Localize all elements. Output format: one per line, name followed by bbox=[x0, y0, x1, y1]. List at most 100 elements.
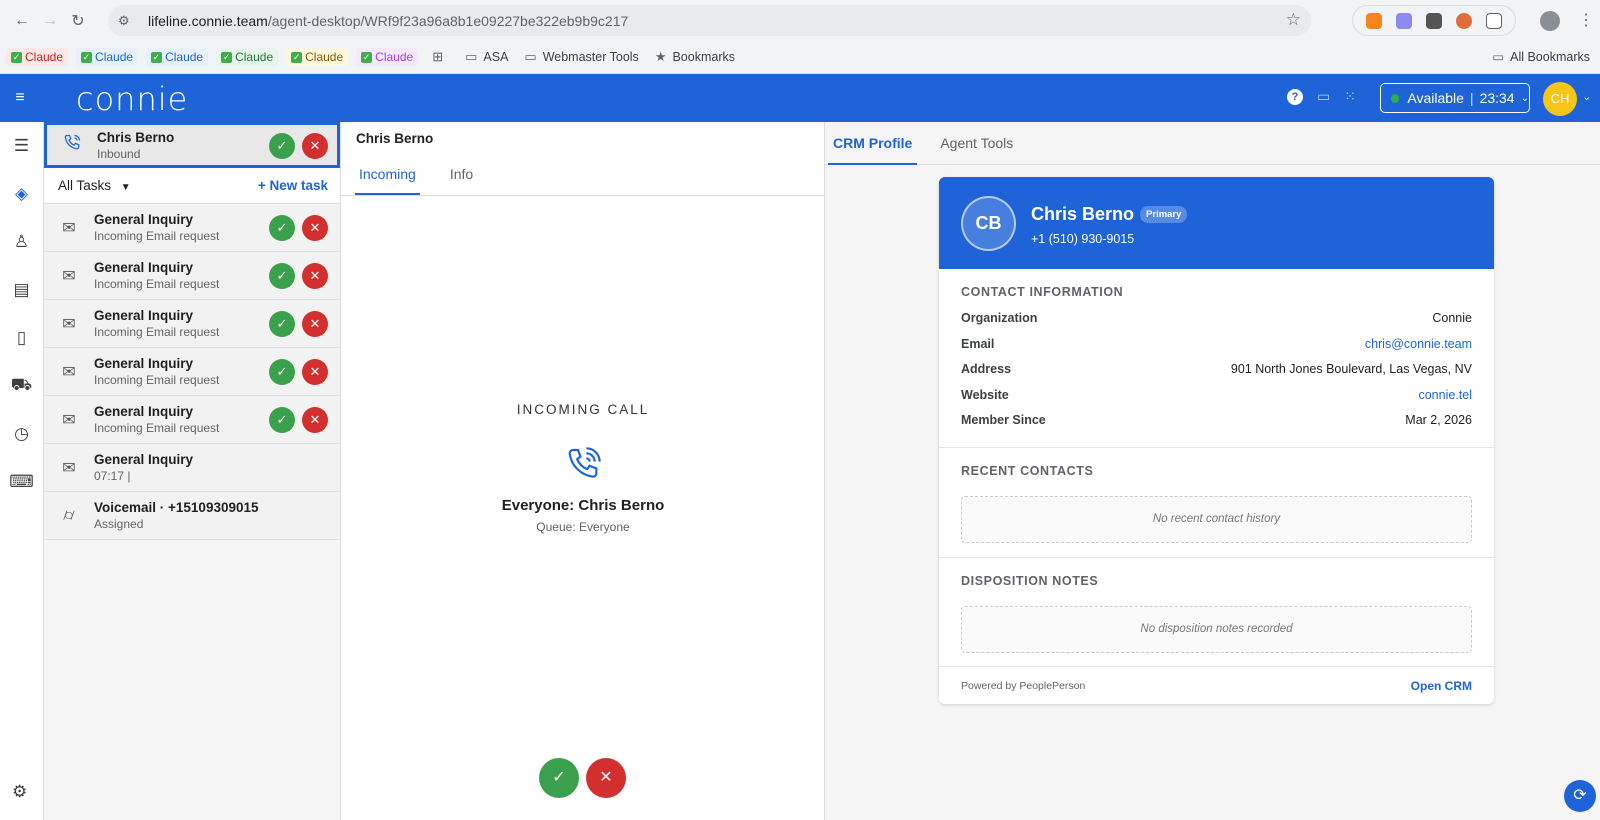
settings-gear-icon[interactable]: ⚙ bbox=[12, 782, 27, 802]
tasks-list-icon[interactable]: ☰ bbox=[0, 122, 43, 170]
accept-button[interactable]: ✓ bbox=[269, 407, 295, 433]
folder-icon: ▭ bbox=[465, 49, 478, 64]
contacts-icon[interactable]: ♙ bbox=[0, 218, 43, 266]
notebook-icon[interactable]: ▯ bbox=[0, 314, 43, 362]
bookmark-bookmarks[interactable]: ★ Bookmarks bbox=[655, 49, 735, 65]
reject-call-button[interactable]: ✕ bbox=[586, 758, 626, 798]
tab-agent-tools[interactable]: Agent Tools bbox=[935, 122, 1018, 165]
bookmark-claude[interactable]: ✓ Claude bbox=[216, 48, 279, 66]
metamask-extension-icon[interactable] bbox=[1366, 12, 1382, 29]
bookmark-folder-asa[interactable]: ▭ ASA bbox=[465, 49, 508, 65]
crm-profile-card: CB Chris Berno Primary +1 (510) 930-9015 … bbox=[939, 177, 1494, 704]
browser-toolbar: ← → ↻ ⚙ lifeline.connie.team/agent-deskt… bbox=[0, 0, 1600, 41]
extension-icon[interactable] bbox=[1396, 12, 1412, 29]
agent-status-dropdown[interactable]: Available | 23:34 ⌄ bbox=[1380, 83, 1530, 113]
extension-icon[interactable] bbox=[1426, 12, 1442, 29]
profile-avatar-icon[interactable] bbox=[1540, 11, 1560, 31]
active-task-item[interactable]: Chris Berno Inbound ✓ ✕ bbox=[44, 122, 340, 168]
field-label: Email bbox=[961, 336, 995, 351]
task-item[interactable]: ✉ General Inquiry Incoming Email request … bbox=[44, 396, 340, 444]
task-name: General Inquiry bbox=[94, 404, 194, 419]
contact-card-icon[interactable]: ▤ bbox=[0, 266, 43, 314]
reject-button[interactable]: ✕ bbox=[302, 263, 328, 289]
task-name: General Inquiry bbox=[94, 452, 194, 467]
crm-tabs: CRM Profile Agent Tools bbox=[825, 122, 1600, 165]
bookmarks-bar: ✓ Claude ✓ Claude ✓ Claude ✓ Claude ✓ Claude … bbox=[0, 41, 1600, 74]
reject-button[interactable]: ✕ bbox=[302, 133, 328, 159]
task-name: Voicemail · +15109309015 bbox=[94, 500, 259, 515]
accept-button[interactable]: ✓ bbox=[269, 133, 295, 159]
website-link[interactable]: connie.tel bbox=[1418, 388, 1472, 414]
email-link[interactable]: chris@connie.team bbox=[1365, 337, 1472, 363]
user-avatar[interactable]: CH bbox=[1543, 82, 1577, 116]
reject-button[interactable]: ✕ bbox=[302, 215, 328, 241]
forward-arrow-icon[interactable]: → bbox=[36, 7, 64, 35]
star-icon: ★ bbox=[654, 49, 667, 64]
accept-button[interactable]: ✓ bbox=[269, 263, 295, 289]
task-item[interactable]: ✉ General Inquiry Incoming Email request … bbox=[44, 252, 340, 300]
caller-name: Everyone: Chris Berno bbox=[501, 497, 665, 514]
task-item[interactable]: ✉ General Inquiry Incoming Email request … bbox=[44, 204, 340, 252]
reload-icon[interactable]: ↻ bbox=[64, 7, 92, 35]
bookmark-claude[interactable]: ✓ Claude bbox=[76, 48, 139, 66]
mail-icon: ✉ bbox=[62, 219, 76, 237]
tab-info[interactable]: Info bbox=[446, 156, 477, 195]
mail-icon: ✉ bbox=[62, 459, 76, 477]
task-subtitle: Incoming Email request bbox=[94, 373, 220, 387]
refresh-icon[interactable]: ⟳ bbox=[1564, 780, 1596, 812]
task-subtitle: Incoming Email request bbox=[94, 421, 220, 435]
task-item[interactable]: ✉ General Inquiry Incoming Email request … bbox=[44, 348, 340, 396]
bookmark-claude[interactable]: ✓ Claude bbox=[6, 48, 69, 66]
accept-button[interactable]: ✓ bbox=[269, 311, 295, 337]
field-label: Address bbox=[961, 362, 1012, 376]
contact-name: Chris Berno bbox=[1031, 204, 1135, 224]
bookmark-star-icon[interactable]: ☆ bbox=[1286, 10, 1301, 30]
reject-button[interactable]: ✕ bbox=[302, 311, 328, 337]
mail-icon: ✉ bbox=[62, 315, 76, 333]
site-settings-icon[interactable]: ⚙ bbox=[118, 13, 142, 29]
claude-extension-icon[interactable] bbox=[1456, 12, 1472, 29]
status-dot-icon bbox=[1391, 93, 1400, 103]
address-bar[interactable]: ⚙ lifeline.connie.team/agent-desktop/WRf… bbox=[108, 5, 1311, 36]
accept-button[interactable]: ✓ bbox=[269, 359, 295, 385]
accept-button[interactable]: ✓ bbox=[269, 215, 295, 241]
bookmark-folder-webmaster[interactable]: ▭ Webmaster Tools bbox=[524, 49, 638, 65]
phone-call-icon bbox=[47, 133, 97, 158]
apps-grid-icon[interactable]: ⊞ bbox=[432, 49, 449, 65]
help-icon[interactable]: ? bbox=[1287, 88, 1303, 105]
folder-icon: ▭ bbox=[1492, 50, 1505, 64]
screen-share-icon[interactable]: ▭ bbox=[1317, 88, 1330, 105]
dialpad-icon[interactable]: ⁙ bbox=[1344, 88, 1356, 105]
chevron-down-icon[interactable]: ⌄ bbox=[1582, 90, 1591, 103]
bookmark-claude[interactable]: ✓ Claude bbox=[286, 48, 349, 66]
bookmark-claude[interactable]: ✓ Claude bbox=[356, 48, 419, 66]
new-task-button[interactable]: + New task bbox=[258, 178, 328, 193]
section-heading: RECENT CONTACTS bbox=[961, 463, 1094, 478]
task-subtitle: Inbound bbox=[97, 146, 141, 161]
open-crm-link[interactable]: Open CRM bbox=[1411, 679, 1472, 693]
task-name: General Inquiry bbox=[94, 308, 194, 323]
bookmark-claude[interactable]: ✓ Claude bbox=[146, 48, 209, 66]
reject-button[interactable]: ✕ bbox=[302, 407, 328, 433]
browser-menu-icon[interactable]: ⋮ bbox=[1578, 10, 1594, 30]
keyboard-icon[interactable]: ⌨ bbox=[0, 458, 43, 506]
task-filter-dropdown[interactable]: All Tasks ▼ bbox=[58, 178, 131, 193]
car-icon[interactable]: ⛟ bbox=[0, 362, 43, 410]
puzzle-extensions-icon[interactable] bbox=[1486, 12, 1502, 29]
tab-crm-profile[interactable]: CRM Profile bbox=[828, 122, 918, 165]
task-item[interactable]: ✉ General Inquiry Incoming Email request … bbox=[44, 300, 340, 348]
menu-icon[interactable]: ≡ bbox=[0, 89, 40, 107]
all-bookmarks[interactable]: ▭ All Bookmarks bbox=[1492, 49, 1590, 65]
accept-call-button[interactable]: ✓ bbox=[539, 758, 579, 798]
history-clock-icon[interactable]: ◷ bbox=[0, 410, 43, 458]
task-item[interactable]: ✉ General Inquiry 07:17 | bbox=[44, 444, 340, 492]
layers-icon[interactable]: ◈ bbox=[0, 170, 43, 218]
task-item[interactable]: ⌭ Voicemail · +15109309015 Assigned bbox=[44, 492, 340, 540]
reject-button[interactable]: ✕ bbox=[302, 359, 328, 385]
tab-incoming[interactable]: Incoming bbox=[355, 156, 420, 195]
mail-icon: ✉ bbox=[62, 411, 76, 429]
task-subtitle: Incoming Email request bbox=[94, 277, 220, 291]
disposition-notes-empty: No disposition notes recorded bbox=[961, 605, 1472, 653]
back-arrow-icon[interactable]: ← bbox=[8, 7, 36, 35]
crm-panel: CRM Profile Agent Tools CB Chris Berno Pr… bbox=[825, 122, 1600, 820]
